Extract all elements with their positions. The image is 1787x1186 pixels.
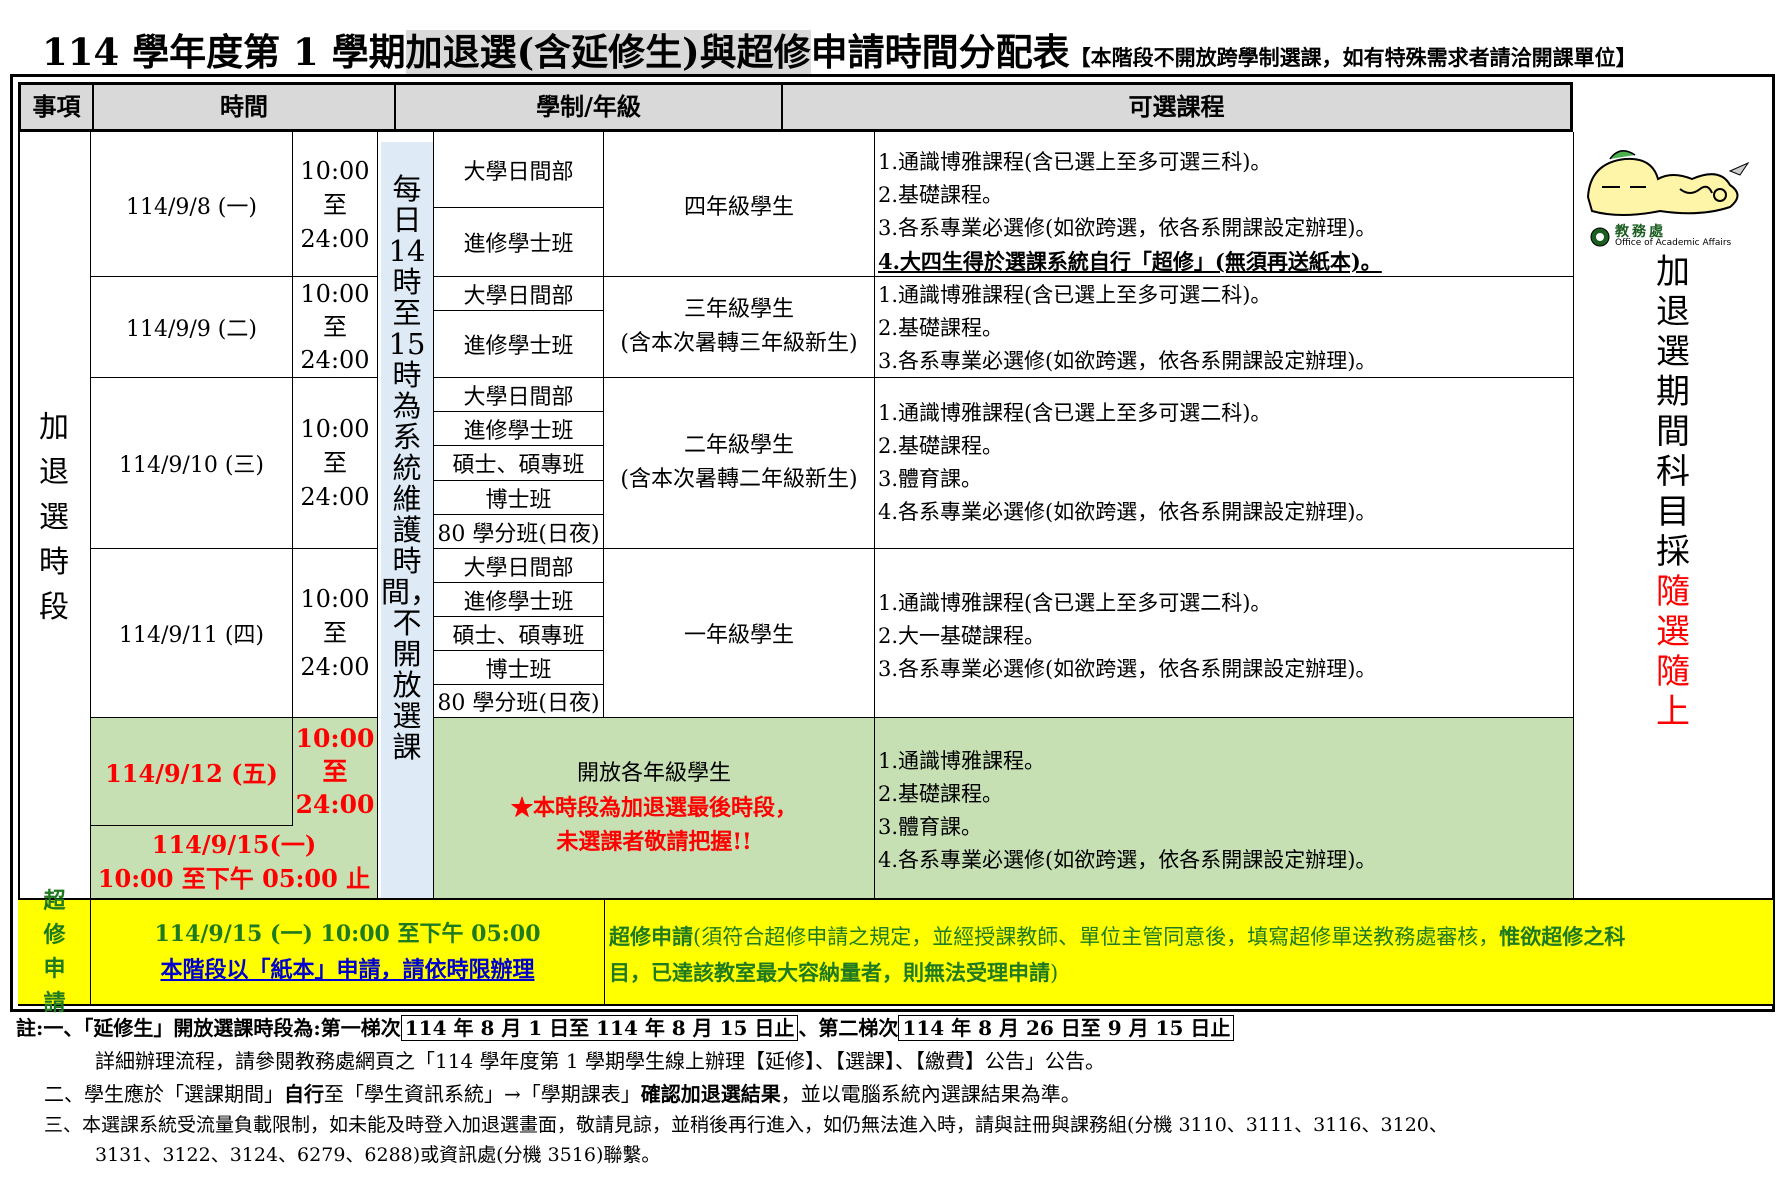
- header-courses: 可選課程: [1128, 92, 1225, 121]
- note-2: 二、學生應於「選課期間」自行至「學生資訊系統」→「學期課表」確認加退選結果，並以…: [44, 1082, 1081, 1106]
- row3-courses: 1.通識博雅課程(含已選上至多可選二科)。 2.基礎課程。 3.體育課。 4.各…: [878, 401, 1377, 524]
- header-time: 時間: [94, 85, 396, 129]
- row3-program-2: 進修學士班: [463, 418, 574, 444]
- title-note: 【本階段不開放跨學制選課，如有特殊需求者請洽開課單位】: [1069, 45, 1637, 70]
- final-grade: 開放各年級學生 ★本時段為加退選最後時段， 未選課者敬請把握!!: [510, 761, 797, 855]
- overload-label: 超修申請: [43, 888, 66, 1016]
- title-highlight: 加退選(含延修生)與超修: [405, 30, 811, 74]
- row3-program-3: 碩士、碩專班: [452, 453, 585, 478]
- mascot-icon: [1586, 150, 1750, 216]
- overload-description: 超修申請(須符合超修申請之規定，並經授課教師、單位主管同意後，填寫超修單送教務處…: [609, 924, 1626, 985]
- row1-date: 114/9/8 (一): [126, 194, 257, 220]
- row4-program-4: 博士班: [485, 657, 552, 683]
- row1-program-1: 大學日間部: [463, 160, 574, 185]
- row4-courses: 1.通識博雅課程(含已選上至多可選二科)。 2.大一基礎課程。 3.各系專業必選…: [878, 591, 1377, 681]
- final-courses: 1.通識博雅課程。 2.基礎課程。 3.體育課。 4.各系專業必選修(如欲跨選，…: [878, 749, 1377, 872]
- final-time: 10:00 至 24:00: [295, 724, 375, 819]
- row4-grade: 一年級學生: [683, 623, 794, 648]
- row3-program-1: 大學日間部: [463, 384, 574, 410]
- row2-courses: 1.通識博雅課程(含已選上至多可選二科)。 2.基礎課程。 3.各系專業必選修(…: [878, 283, 1377, 373]
- row2-program-1: 大學日間部: [463, 283, 574, 309]
- row2-date: 114/9/9 (二): [126, 317, 257, 342]
- row4-program-5: 80 學分班(日夜): [437, 691, 600, 716]
- school-seal-icon: [1590, 227, 1610, 246]
- note-3-cont: 3131、3122、3124、6279、6288)或資訊處(分機 3516)聯繫…: [95, 1144, 661, 1166]
- row1-time: 10:00 至 24:00: [300, 156, 370, 253]
- header-program: 學制/年級: [396, 85, 783, 129]
- row4-time: 10:00 至 24:00: [300, 585, 370, 681]
- row3-date: 114/9/10 (三): [119, 453, 264, 478]
- table-header-row: 事項 時間 學制/年級 可選課程: [18, 82, 1573, 132]
- maintenance-note: 每日14時至15時為系統維護時間，不開放選課: [381, 172, 440, 764]
- header-item: 事項: [21, 85, 94, 129]
- row2-grade: 三年級學生 (含本次暑轉三年級新生): [620, 297, 858, 356]
- row4-program-1: 大學日間部: [463, 555, 574, 581]
- row4-date: 114/9/11 (四): [119, 623, 264, 648]
- row2-time: 10:00 至 24:00: [300, 279, 370, 374]
- side-note: 加退選期間科目採隨選隨上: [1656, 252, 1690, 732]
- row3-grade: 二年級學生 (含本次暑轉二年級新生): [620, 433, 858, 492]
- row1-courses: 1.通識博雅課程(含已選上至多可選三科)。 2.基礎課程。 3.各系專業必選修(…: [878, 150, 1382, 274]
- section-label: 加退選時段: [39, 410, 69, 625]
- note-1-detail: 詳細辦理流程，請參閱教務處網頁之「114 學年度第 1 學期學生線上辦理【延修】…: [95, 1049, 1105, 1073]
- overload-paper-link[interactable]: 本階段以「紙本」申請，請依時限辦理: [160, 952, 534, 988]
- row3-program-4: 博士班: [485, 487, 552, 513]
- row1-grade: 四年級學生: [683, 194, 794, 220]
- note-1: 註:一、「延修生」開放選課時段為:第一梯次 114 年 8 月 1 日至 114 …: [16, 1013, 1235, 1043]
- row1-program-2: 進修學士班: [463, 232, 574, 257]
- final-date-1: 114/9/12 (五): [105, 759, 278, 788]
- final-date-2: 114/9/15(一) 10:00 至下午 05:00 止: [97, 830, 371, 893]
- row3-time: 10:00 至 24:00: [300, 415, 370, 511]
- row4-program-2: 進修學士班: [463, 589, 574, 615]
- overload-time: 114/9/15 (一) 10:00 至下午 05:00 本階段以「紙本」申請，…: [91, 900, 604, 1004]
- office-logo: 教務處 Office of Academic Affairs: [1580, 145, 1755, 250]
- row2-program-2: 進修學士班: [463, 334, 574, 359]
- row3-program-5: 80 學分班(日夜): [437, 521, 600, 547]
- row4-program-3: 碩士、碩專班: [452, 623, 585, 649]
- note-3: 三、本選課系統受流量負載限制，如未能及時登入加退選畫面，敬請見諒，並稍後再行進入…: [44, 1114, 1448, 1136]
